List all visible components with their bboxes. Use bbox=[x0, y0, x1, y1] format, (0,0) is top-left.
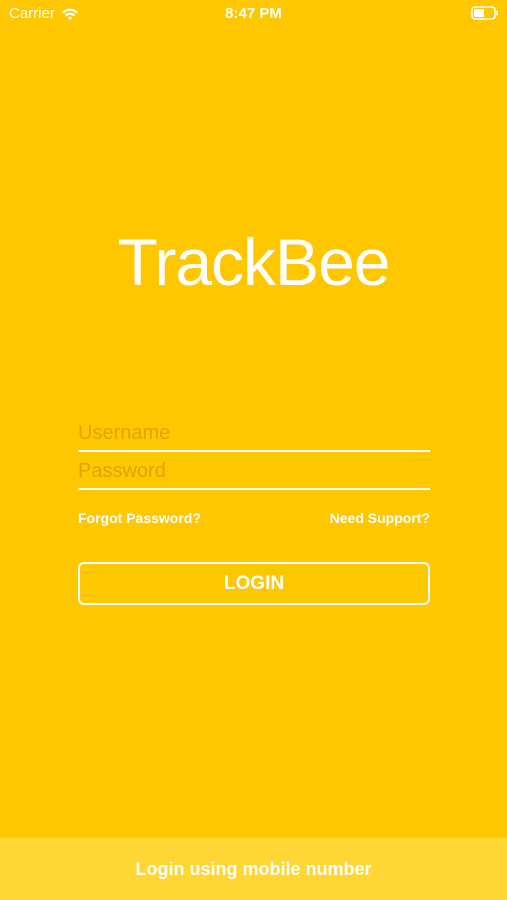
username-field[interactable] bbox=[78, 416, 430, 452]
mobile-login-button[interactable]: Login using mobile number bbox=[0, 838, 507, 900]
battery-icon bbox=[471, 6, 498, 20]
password-field[interactable] bbox=[78, 454, 430, 490]
mobile-login-label: Login using mobile number bbox=[135, 858, 372, 879]
status-bar: Carrier 8:47 PM bbox=[0, 0, 507, 28]
status-time: 8:47 PM bbox=[225, 5, 282, 22]
need-support-link[interactable]: Need Support? bbox=[330, 510, 430, 526]
forgot-password-link[interactable]: Forgot Password? bbox=[78, 510, 201, 526]
username-input[interactable] bbox=[78, 416, 430, 450]
app-logo-text: TrackBee bbox=[117, 225, 391, 299]
password-input[interactable] bbox=[78, 454, 430, 488]
login-button[interactable]: LOGIN bbox=[78, 562, 430, 605]
